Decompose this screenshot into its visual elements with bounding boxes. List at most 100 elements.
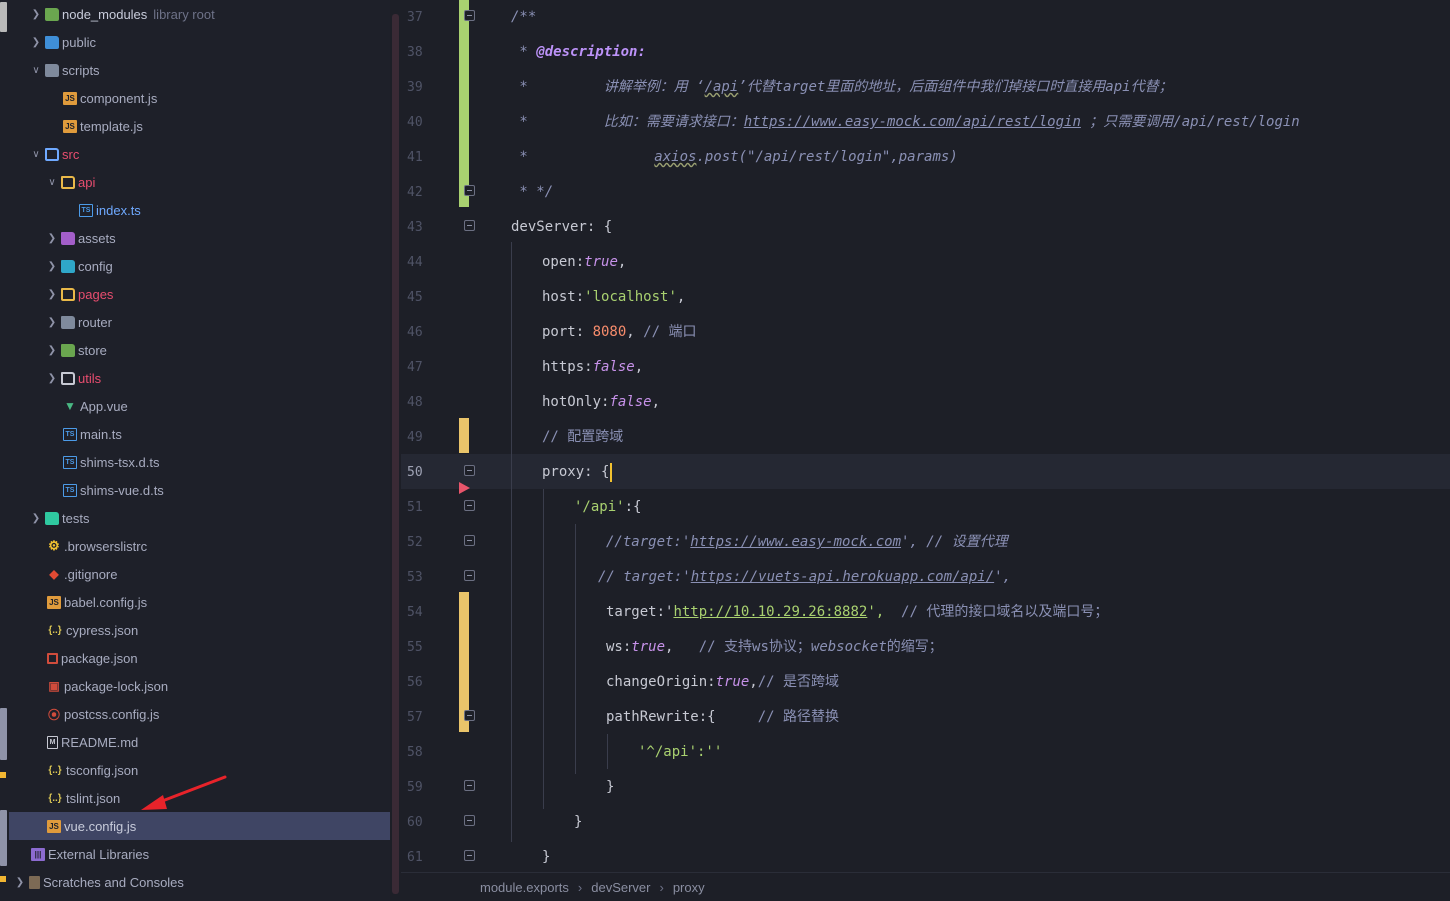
- fold-marker-icon[interactable]: [464, 710, 475, 721]
- fold-marker-icon[interactable]: [464, 220, 475, 231]
- chevron-right-icon[interactable]: ❯: [45, 261, 59, 272]
- fold-marker-icon[interactable]: [464, 535, 475, 546]
- code-line[interactable]: hotOnly:false,: [542, 385, 660, 420]
- breadcrumb-item[interactable]: devServer: [591, 880, 650, 895]
- tree-item-assets[interactable]: ❯ assets: [9, 224, 390, 252]
- tree-item-external-libraries[interactable]: ||| External Libraries: [9, 840, 390, 868]
- fold-marker-icon[interactable]: [464, 850, 475, 861]
- chevron-right-icon[interactable]: ❯: [13, 877, 27, 888]
- code-line[interactable]: devServer: {: [511, 210, 612, 245]
- chevron-right-icon[interactable]: ❯: [45, 373, 59, 384]
- tree-item-store[interactable]: ❯ store: [9, 336, 390, 364]
- line-number: 59: [407, 780, 423, 795]
- tree-item-package-lock[interactable]: ▣ package-lock.json: [9, 672, 390, 700]
- tree-item-utils[interactable]: ❯ utils: [9, 364, 390, 392]
- tree-item-node-modules[interactable]: ❯ node_modules library root: [9, 0, 390, 28]
- code-line[interactable]: changeOrigin:true,// 是否跨域: [606, 665, 839, 700]
- tree-item-public[interactable]: ❯ public: [9, 28, 390, 56]
- code-line[interactable]: //target:'https://www.easy-mock.com', //…: [606, 525, 1008, 560]
- tree-item-pages[interactable]: ❯ pages: [9, 280, 390, 308]
- chevron-down-icon[interactable]: ∨: [45, 177, 59, 188]
- chevron-right-icon[interactable]: ❯: [45, 317, 59, 328]
- fold-marker-icon[interactable]: [464, 570, 475, 581]
- line-number: 44: [407, 255, 423, 270]
- tree-item-component-js[interactable]: JS component.js: [9, 84, 390, 112]
- tree-item-shims-vue[interactable]: TS shims-vue.d.ts: [9, 476, 390, 504]
- url-link[interactable]: https://www.easy-mock.com: [690, 534, 901, 550]
- breadcrumb-item[interactable]: module.exports: [480, 880, 569, 895]
- code-line[interactable]: * @description:: [511, 35, 645, 70]
- chevron-right-icon[interactable]: ❯: [45, 289, 59, 300]
- tree-item-src[interactable]: ∨ src: [9, 140, 390, 168]
- fold-marker-icon[interactable]: [464, 780, 475, 791]
- chevron-right-icon[interactable]: ❯: [45, 233, 59, 244]
- breakpoint-marker-icon[interactable]: [459, 482, 470, 494]
- code-line[interactable]: * */: [511, 175, 553, 210]
- code-line[interactable]: }: [542, 840, 550, 872]
- tree-item-router[interactable]: ❯ router: [9, 308, 390, 336]
- code-line[interactable]: /**: [511, 0, 536, 35]
- code-line[interactable]: '/api':{: [574, 490, 641, 525]
- fold-marker-icon[interactable]: [464, 500, 475, 511]
- fold-marker-icon[interactable]: [464, 10, 475, 21]
- favorites-tool-tab[interactable]: [0, 810, 7, 866]
- code-line[interactable]: host:'localhost',: [542, 280, 685, 315]
- url-link[interactable]: http://10.10.29.26:8882: [673, 604, 867, 620]
- fold-marker-icon[interactable]: [464, 465, 475, 476]
- tree-item-vue-config[interactable]: JS vue.config.js: [9, 812, 390, 840]
- code-line[interactable]: * axios.post("/api/rest/login",params): [511, 140, 957, 175]
- npm-package-icon: [47, 652, 58, 664]
- code-line[interactable]: ws:true, // 支持ws协议；websocket的缩写；: [606, 630, 943, 665]
- tree-item-readme[interactable]: M README.md: [9, 728, 390, 756]
- code-line[interactable]: pathRewrite:{ // 路径替换: [606, 700, 839, 735]
- tree-scrollbar[interactable]: [390, 0, 401, 901]
- code-line[interactable]: port: 8080, // 端口: [542, 315, 696, 350]
- tree-item-label: .browserslistrc: [64, 538, 148, 554]
- project-tool-tab[interactable]: [0, 2, 7, 32]
- chevron-right-icon[interactable]: ❯: [29, 9, 43, 20]
- tree-item-tests[interactable]: ❯ tests: [9, 504, 390, 532]
- code-line[interactable]: }: [606, 770, 614, 805]
- tree-item-postcss-config[interactable]: ⦿ postcss.config.js: [9, 700, 390, 728]
- code-editor[interactable]: 37 38 39 40 41 42 43 44 45 46 47 48 49 5…: [401, 0, 1450, 872]
- tree-item-main-ts[interactable]: TS main.ts: [9, 420, 390, 448]
- code-line[interactable]: * 比如：需要请求接口：https://www.easy-mock.com/ap…: [511, 105, 1299, 140]
- breadcrumb-item[interactable]: proxy: [673, 880, 705, 895]
- line-number: 37: [407, 10, 423, 25]
- tree-item-index-ts[interactable]: TS index.ts: [9, 196, 390, 224]
- code-line[interactable]: // target:'https://vuets-api.herokuapp.c…: [598, 560, 1011, 595]
- keyword-token: true: [631, 639, 666, 655]
- chevron-down-icon[interactable]: ∨: [29, 149, 43, 160]
- code-token: ,: [651, 394, 661, 410]
- code-line[interactable]: target:'http://10.10.29.26:8882', // 代理的…: [606, 595, 1108, 630]
- tree-item-gitignore[interactable]: ◆ .gitignore: [9, 560, 390, 588]
- chevron-right-icon[interactable]: ❯: [29, 513, 43, 524]
- tree-item-scripts[interactable]: ∨ scripts: [9, 56, 390, 84]
- code-line[interactable]: open:true,: [542, 245, 626, 280]
- code-line[interactable]: '^/api':'': [638, 735, 722, 770]
- tree-scrollbar-thumb[interactable]: [392, 14, 399, 894]
- chevron-right-icon[interactable]: ❯: [45, 345, 59, 356]
- tree-item-shims-tsx[interactable]: TS shims-tsx.d.ts: [9, 448, 390, 476]
- code-line-current[interactable]: proxy: {: [542, 455, 613, 490]
- tree-item-cypress-json[interactable]: {..} cypress.json: [9, 616, 390, 644]
- tree-item-package-json[interactable]: package.json: [9, 644, 390, 672]
- tree-item-browserslistrc[interactable]: ⚙ .browserslistrc: [9, 532, 390, 560]
- code-line[interactable]: }: [574, 805, 582, 840]
- tree-item-app-vue[interactable]: ▼ App.vue: [9, 392, 390, 420]
- structure-tool-tab[interactable]: [0, 708, 7, 760]
- tree-item-config[interactable]: ❯ config: [9, 252, 390, 280]
- url-link[interactable]: https://www.easy-mock.com/api/rest/login: [744, 114, 1081, 130]
- tree-item-babel-config[interactable]: JS babel.config.js: [9, 588, 390, 616]
- chevron-down-icon[interactable]: ∨: [29, 65, 43, 76]
- code-line[interactable]: https:false,: [542, 350, 643, 385]
- chevron-right-icon[interactable]: ❯: [29, 37, 43, 48]
- tree-item-scratches[interactable]: ❯ Scratches and Consoles: [9, 868, 390, 896]
- code-line[interactable]: // 配置跨域: [542, 420, 623, 455]
- fold-marker-icon[interactable]: [464, 815, 475, 826]
- tree-item-template-js[interactable]: JS template.js: [9, 112, 390, 140]
- tree-item-api[interactable]: ∨ api: [9, 168, 390, 196]
- url-link[interactable]: https://vuets-api.herokuapp.com/api/: [691, 569, 994, 585]
- fold-marker-icon[interactable]: [464, 185, 475, 196]
- code-line[interactable]: * 讲解举例：用 ‘/api’代替target里面的地址，后面组件中我们掉接口时…: [511, 70, 1172, 105]
